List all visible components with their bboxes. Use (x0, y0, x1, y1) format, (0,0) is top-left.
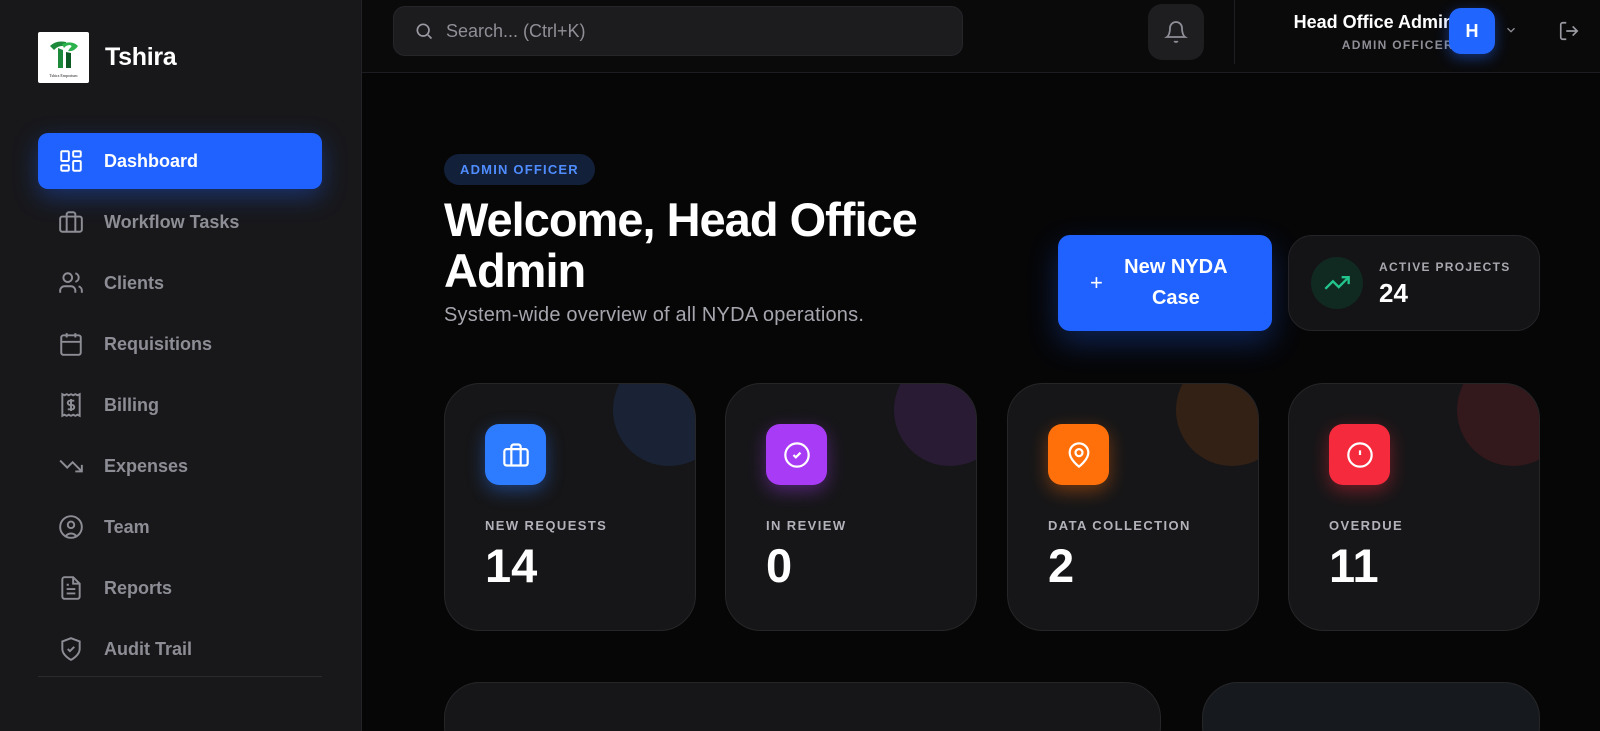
sidebar-item-team[interactable]: Team (38, 499, 322, 555)
sidebar-item-billing[interactable]: Billing (38, 377, 322, 433)
stat-value: 11 (1329, 539, 1379, 592)
bell-icon (1164, 21, 1188, 43)
brand-logo: Tshira Emporium (38, 32, 89, 83)
stat-value: 14 (485, 539, 538, 592)
sidebar-divider (38, 676, 322, 677)
page-subtitle: System-wide overview of all NYDA operati… (444, 304, 865, 326)
brand-name: Tshira (105, 43, 177, 71)
sidebar-item-clients[interactable]: Clients (38, 255, 322, 311)
lower-panel-right (1202, 682, 1540, 731)
plus-icon: + (1090, 270, 1103, 295)
map-pin-icon (1048, 424, 1109, 485)
sidebar-item-dashboard[interactable]: Dashboard (38, 133, 322, 189)
sidebar-item-label: Audit Trail (104, 638, 193, 659)
card-glow (613, 384, 695, 466)
sidebar-item-requisitions[interactable]: Requisitions (38, 316, 322, 372)
search-icon (416, 23, 433, 40)
avatar[interactable]: H (1449, 8, 1495, 54)
sidebar-item-workflow-tasks[interactable]: Workflow Tasks (38, 194, 322, 250)
card-glow (894, 384, 976, 466)
top-bar: Head Office Admin ADMIN OFFICER H (362, 0, 1600, 73)
active-projects-label: ACTIVE PROJECTS (1379, 260, 1511, 274)
new-case-label: New NYDA Case (1124, 256, 1228, 309)
sidebar-item-reports[interactable]: Reports (38, 560, 322, 616)
new-case-button[interactable]: + New NYDA Case (1058, 235, 1272, 331)
stat-card-in-review[interactable]: IN REVIEW 0 (725, 383, 977, 631)
user-role: ADMIN OFFICER (1341, 38, 1454, 52)
sidebar-item-label: Expenses (104, 455, 189, 476)
stat-label: IN REVIEW (766, 518, 847, 533)
header-divider (1234, 0, 1235, 64)
sidebar-item-label: Reports (104, 577, 173, 598)
stat-card-overdue[interactable]: OVERDUE 11 (1288, 383, 1540, 631)
page-title: Welcome, Head Office Admin (444, 193, 918, 297)
active-projects-value: 24 (1379, 278, 1408, 308)
user-info[interactable]: Head Office Admin ADMIN OFFICER (1294, 12, 1454, 52)
sidebar: Tshira Emporium Tshira Dashboard Workflo… (0, 0, 362, 731)
sidebar-item-label: Workflow Tasks (104, 211, 240, 232)
sidebar-item-label: Billing (104, 394, 159, 415)
shield-check-icon (61, 637, 81, 661)
brand[interactable]: Tshira Emporium Tshira (38, 32, 177, 83)
alert-circle-icon (1329, 424, 1390, 485)
trending-up-icon (1311, 257, 1363, 309)
receipt-dollar-icon (61, 392, 81, 418)
sidebar-item-label: Clients (104, 272, 165, 293)
briefcase-icon (59, 211, 83, 233)
stat-label: NEW REQUESTS (485, 518, 608, 533)
sidebar-item-label: Dashboard (104, 150, 199, 171)
sidebar-nav: Dashboard Workflow Tasks Clients Requisi… (38, 133, 322, 682)
search-input[interactable] (446, 20, 926, 42)
card-glow (1457, 384, 1539, 466)
stat-label: OVERDUE (1329, 518, 1404, 533)
grid-icon (60, 150, 82, 172)
calendar-icon (60, 333, 82, 356)
sidebar-item-expenses[interactable]: Expenses (38, 438, 322, 494)
briefcase-icon (485, 424, 546, 485)
sidebar-item-label: Requisitions (104, 333, 213, 354)
stat-label: DATA COLLECTION (1048, 518, 1191, 533)
check-circle-icon (766, 424, 827, 485)
user-circle-icon (59, 515, 83, 539)
chevron-down-icon[interactable] (1504, 23, 1518, 37)
stat-card-new-requests[interactable]: NEW REQUESTS 14 (444, 383, 696, 631)
user-name: Head Office Admin (1293, 12, 1454, 32)
file-text-icon (61, 576, 81, 600)
logout-icon[interactable] (1558, 20, 1580, 42)
notifications-button[interactable] (1148, 4, 1204, 60)
logo-mark-icon (49, 41, 78, 68)
lower-panel-left (444, 682, 1161, 731)
search-box[interactable] (393, 6, 963, 56)
active-projects-card: ACTIVE PROJECTS 24 (1288, 235, 1540, 331)
sidebar-item-audit-trail[interactable]: Audit Trail (38, 621, 322, 677)
role-badge: ADMIN OFFICER (444, 154, 595, 185)
card-glow (1176, 384, 1258, 466)
stat-value: 2 (1048, 539, 1075, 592)
users-icon (59, 272, 83, 293)
sidebar-item-label: Team (104, 516, 150, 537)
trending-down-icon (59, 459, 83, 473)
stat-card-data-collection[interactable]: DATA COLLECTION 2 (1007, 383, 1259, 631)
brand-logo-text: Tshira Emporium (49, 72, 78, 78)
stat-value: 0 (766, 539, 793, 592)
